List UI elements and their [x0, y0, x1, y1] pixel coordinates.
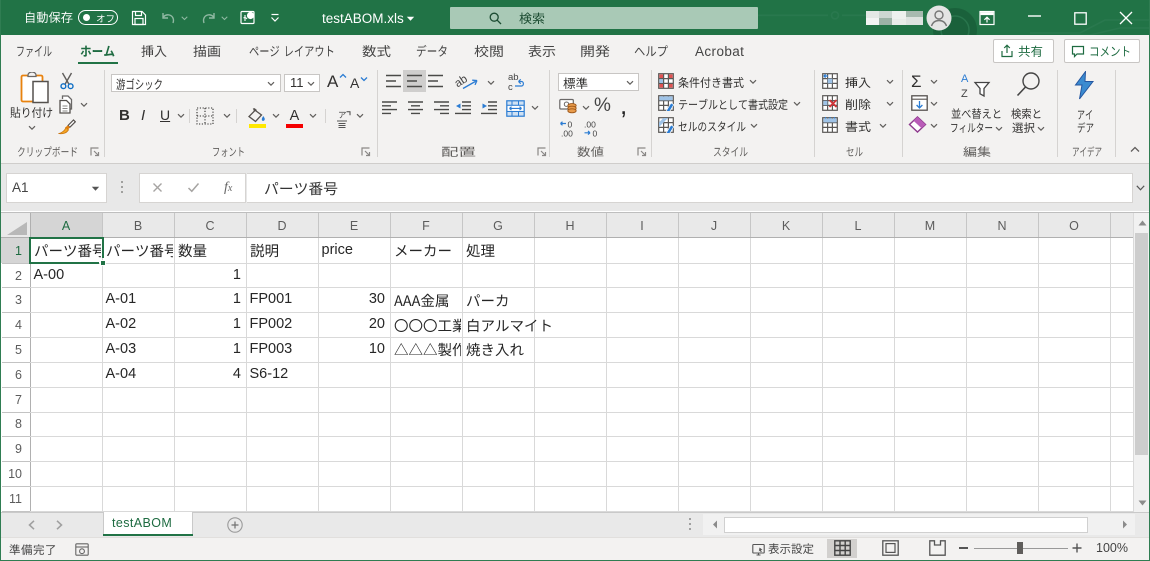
- svg-text:c: c: [508, 82, 513, 91]
- svg-text:Z: Z: [961, 88, 968, 99]
- svg-text:A: A: [961, 73, 969, 85]
- svg-text:ab: ab: [454, 73, 470, 90]
- svg-text:.00: .00: [561, 129, 573, 138]
- svg-text:0: 0: [593, 129, 598, 138]
